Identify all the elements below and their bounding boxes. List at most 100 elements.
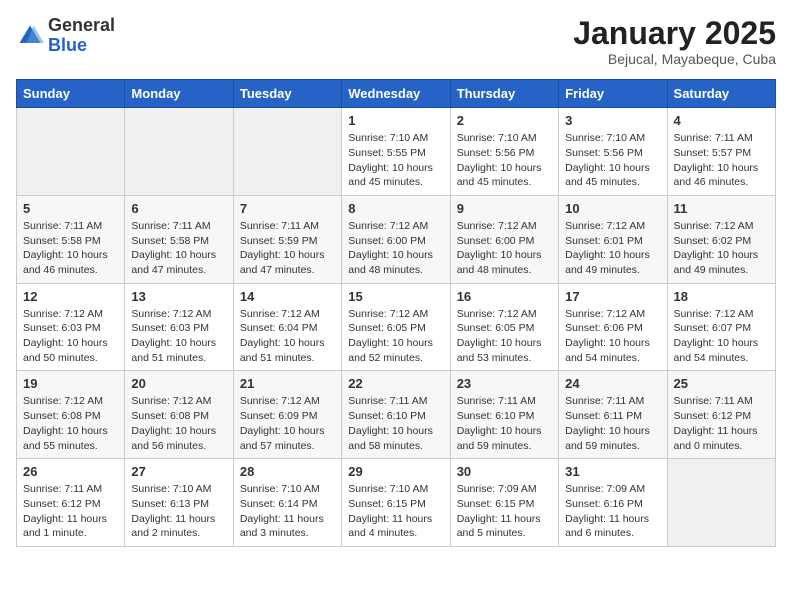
header: General Blue January 2025 Bejucal, Mayab… [16, 16, 776, 67]
calendar-cell: 22Sunrise: 7:11 AM Sunset: 6:10 PM Dayli… [342, 371, 450, 459]
day-number: 7 [240, 201, 335, 216]
day-number: 28 [240, 464, 335, 479]
logo-icon [16, 22, 44, 50]
calendar-cell: 10 Sunrise: 7:12 AM Sunset: 6:01 PM Dayli… [559, 195, 667, 283]
calendar-cell: 1 Sunrise: 7:10 AM Sunset: 5:55 PM Daylig… [342, 108, 450, 196]
day-number: 21 [240, 376, 335, 391]
day-info: Sunrise: 7:12 AM Sunset: 6:08 PM Dayligh… [131, 394, 226, 453]
calendar-cell: 3 Sunrise: 7:10 AM Sunset: 5:56 PM Daylig… [559, 108, 667, 196]
day-number: 12 [23, 289, 118, 304]
calendar-cell: 18 Sunrise: 7:12 AM Sunset: 6:07 PM Dayli… [667, 283, 775, 371]
day-info: Sunrise: 7:12 AM Sunset: 6:03 PM Dayligh… [23, 307, 118, 366]
day-info: Sunrise: 7:12 AM Sunset: 6:04 PM Dayligh… [240, 307, 335, 366]
calendar-cell: 24 Sunrise: 7:11 AM Sunset: 6:11 PM Dayli… [559, 371, 667, 459]
day-number: 6 [131, 201, 226, 216]
day-info: Sunrise: 7:12 AM Sunset: 6:00 PM Dayligh… [348, 219, 443, 278]
day-number: 2 [457, 113, 552, 128]
weekday-header-tuesday: Tuesday [233, 80, 341, 108]
day-info: Sunrise: 7:11 AM Sunset: 6:10 PM Dayligh… [457, 394, 552, 453]
calendar-cell: 4Sunrise: 7:11 AM Sunset: 5:57 PM Daylig… [667, 108, 775, 196]
day-info: Sunrise: 7:11 AM Sunset: 6:11 PM Dayligh… [565, 394, 660, 453]
day-number: 1 [348, 113, 443, 128]
calendar-cell: 17Sunrise: 7:12 AM Sunset: 6:06 PM Dayli… [559, 283, 667, 371]
month-title: January 2025 [573, 16, 776, 51]
day-info: Sunrise: 7:12 AM Sunset: 6:02 PM Dayligh… [674, 219, 769, 278]
weekday-header-thursday: Thursday [450, 80, 558, 108]
day-number: 13 [131, 289, 226, 304]
day-number: 30 [457, 464, 552, 479]
day-number: 22 [348, 376, 443, 391]
day-number: 25 [674, 376, 769, 391]
day-info: Sunrise: 7:11 AM Sunset: 5:59 PM Dayligh… [240, 219, 335, 278]
calendar-cell [17, 108, 125, 196]
logo-text: General Blue [48, 16, 115, 56]
weekday-header-row: SundayMondayTuesdayWednesdayThursdayFrid… [17, 80, 776, 108]
logo-blue: Blue [48, 36, 115, 56]
day-info: Sunrise: 7:11 AM Sunset: 6:12 PM Dayligh… [674, 394, 769, 453]
calendar-cell: 7 Sunrise: 7:11 AM Sunset: 5:59 PM Daylig… [233, 195, 341, 283]
day-number: 11 [674, 201, 769, 216]
day-info: Sunrise: 7:10 AM Sunset: 5:55 PM Dayligh… [348, 131, 443, 190]
day-info: Sunrise: 7:12 AM Sunset: 6:05 PM Dayligh… [457, 307, 552, 366]
calendar-cell: 5 Sunrise: 7:11 AM Sunset: 5:58 PM Daylig… [17, 195, 125, 283]
day-number: 16 [457, 289, 552, 304]
calendar-cell: 19Sunrise: 7:12 AM Sunset: 6:08 PM Dayli… [17, 371, 125, 459]
day-number: 9 [457, 201, 552, 216]
calendar-cell: 11 Sunrise: 7:12 AM Sunset: 6:02 PM Dayli… [667, 195, 775, 283]
day-number: 4 [674, 113, 769, 128]
day-info: Sunrise: 7:10 AM Sunset: 5:56 PM Dayligh… [565, 131, 660, 190]
day-number: 29 [348, 464, 443, 479]
day-number: 10 [565, 201, 660, 216]
calendar-cell [125, 108, 233, 196]
day-info: Sunrise: 7:10 AM Sunset: 6:15 PM Dayligh… [348, 482, 443, 541]
day-number: 3 [565, 113, 660, 128]
day-number: 23 [457, 376, 552, 391]
calendar-cell: 12 Sunrise: 7:12 AM Sunset: 6:03 PM Dayli… [17, 283, 125, 371]
title-area: January 2025 Bejucal, Mayabeque, Cuba [573, 16, 776, 67]
day-info: Sunrise: 7:12 AM Sunset: 6:05 PM Dayligh… [348, 307, 443, 366]
day-info: Sunrise: 7:10 AM Sunset: 5:56 PM Dayligh… [457, 131, 552, 190]
day-number: 27 [131, 464, 226, 479]
calendar-cell: 13Sunrise: 7:12 AM Sunset: 6:03 PM Dayli… [125, 283, 233, 371]
day-info: Sunrise: 7:09 AM Sunset: 6:16 PM Dayligh… [565, 482, 660, 541]
calendar-cell: 29 Sunrise: 7:10 AM Sunset: 6:15 PM Dayli… [342, 459, 450, 547]
week-row-4: 19Sunrise: 7:12 AM Sunset: 6:08 PM Dayli… [17, 371, 776, 459]
weekday-header-wednesday: Wednesday [342, 80, 450, 108]
weekday-header-monday: Monday [125, 80, 233, 108]
calendar-cell: 15Sunrise: 7:12 AM Sunset: 6:05 PM Dayli… [342, 283, 450, 371]
calendar: SundayMondayTuesdayWednesdayThursdayFrid… [16, 79, 776, 547]
calendar-cell [667, 459, 775, 547]
day-number: 24 [565, 376, 660, 391]
day-number: 8 [348, 201, 443, 216]
calendar-cell: 27 Sunrise: 7:10 AM Sunset: 6:13 PM Dayli… [125, 459, 233, 547]
calendar-cell [233, 108, 341, 196]
day-info: Sunrise: 7:11 AM Sunset: 6:12 PM Dayligh… [23, 482, 118, 541]
calendar-cell: 23 Sunrise: 7:11 AM Sunset: 6:10 PM Dayli… [450, 371, 558, 459]
logo: General Blue [16, 16, 115, 56]
calendar-cell: 26 Sunrise: 7:11 AM Sunset: 6:12 PM Dayli… [17, 459, 125, 547]
week-row-1: 1 Sunrise: 7:10 AM Sunset: 5:55 PM Daylig… [17, 108, 776, 196]
day-number: 26 [23, 464, 118, 479]
calendar-cell: 31 Sunrise: 7:09 AM Sunset: 6:16 PM Dayli… [559, 459, 667, 547]
day-info: Sunrise: 7:10 AM Sunset: 6:13 PM Dayligh… [131, 482, 226, 541]
day-info: Sunrise: 7:09 AM Sunset: 6:15 PM Dayligh… [457, 482, 552, 541]
day-info: Sunrise: 7:12 AM Sunset: 6:00 PM Dayligh… [457, 219, 552, 278]
calendar-cell: 16 Sunrise: 7:12 AM Sunset: 6:05 PM Dayli… [450, 283, 558, 371]
day-info: Sunrise: 7:11 AM Sunset: 5:58 PM Dayligh… [131, 219, 226, 278]
calendar-cell: 6 Sunrise: 7:11 AM Sunset: 5:58 PM Daylig… [125, 195, 233, 283]
day-info: Sunrise: 7:12 AM Sunset: 6:01 PM Dayligh… [565, 219, 660, 278]
day-info: Sunrise: 7:10 AM Sunset: 6:14 PM Dayligh… [240, 482, 335, 541]
weekday-header-saturday: Saturday [667, 80, 775, 108]
day-number: 5 [23, 201, 118, 216]
week-row-2: 5 Sunrise: 7:11 AM Sunset: 5:58 PM Daylig… [17, 195, 776, 283]
calendar-cell: 25 Sunrise: 7:11 AM Sunset: 6:12 PM Dayli… [667, 371, 775, 459]
day-number: 14 [240, 289, 335, 304]
calendar-cell: 30 Sunrise: 7:09 AM Sunset: 6:15 PM Dayli… [450, 459, 558, 547]
day-info: Sunrise: 7:11 AM Sunset: 5:58 PM Dayligh… [23, 219, 118, 278]
day-number: 20 [131, 376, 226, 391]
calendar-cell: 2 Sunrise: 7:10 AM Sunset: 5:56 PM Daylig… [450, 108, 558, 196]
day-info: Sunrise: 7:12 AM Sunset: 6:07 PM Dayligh… [674, 307, 769, 366]
day-number: 18 [674, 289, 769, 304]
day-number: 31 [565, 464, 660, 479]
week-row-5: 26 Sunrise: 7:11 AM Sunset: 6:12 PM Dayli… [17, 459, 776, 547]
